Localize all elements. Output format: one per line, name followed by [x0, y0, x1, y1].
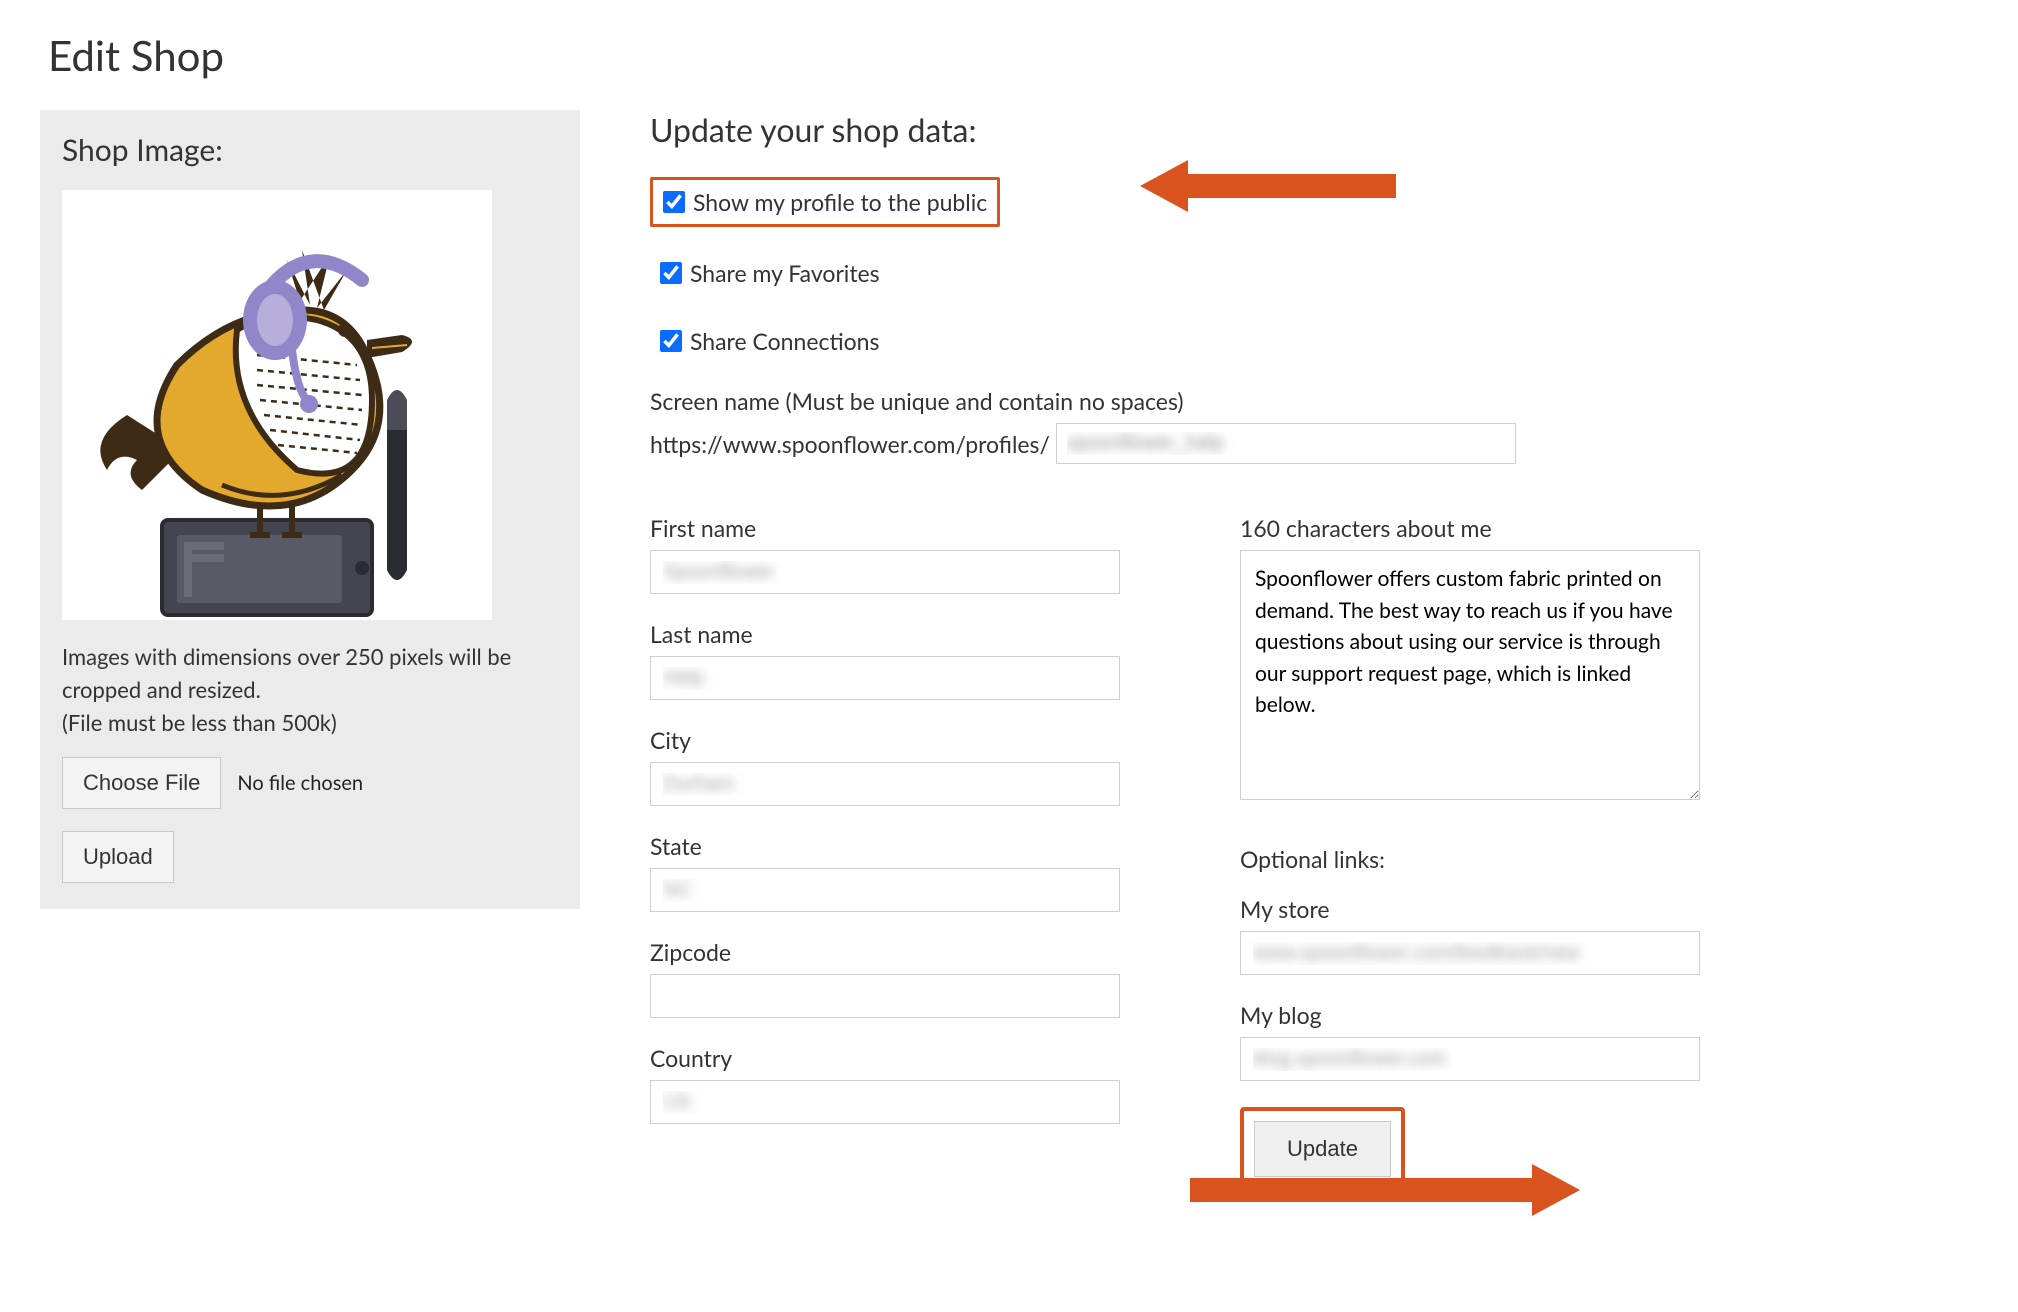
screen-name-input[interactable] — [1056, 423, 1516, 464]
blog-input[interactable] — [1240, 1037, 1700, 1081]
about-label: 160 characters about me — [1240, 514, 1700, 542]
share-connections-label: Share Connections — [690, 327, 879, 355]
country-label: Country — [650, 1044, 1120, 1072]
form-heading: Update your shop data: — [650, 110, 1978, 149]
share-connections-checkbox[interactable] — [660, 330, 682, 352]
dimensions-note: Images with dimensions over 250 pixels w… — [62, 640, 558, 706]
file-size-note: (File must be less than 500k) — [62, 706, 558, 739]
share-connections-checkbox-row[interactable]: Share Connections — [650, 319, 889, 363]
state-label: State — [650, 832, 1120, 860]
screen-name-field: Screen name (Must be unique and contain … — [650, 387, 1978, 464]
show-profile-label: Show my profile to the public — [693, 188, 987, 216]
last-name-label: Last name — [650, 620, 1120, 648]
personal-info-column: First name Last name City State Zipcode — [650, 514, 1120, 1150]
shop-image-heading: Shop Image: — [62, 132, 558, 168]
zipcode-input[interactable] — [650, 974, 1120, 1018]
no-file-text: No file chosen — [237, 771, 363, 795]
show-profile-checkbox-row[interactable]: Show my profile to the public — [650, 177, 1000, 227]
shop-image-panel: Shop Image: — [40, 110, 580, 909]
first-name-input[interactable] — [650, 550, 1120, 594]
highlight-arrow-icon — [1140, 156, 1400, 216]
upload-button[interactable]: Upload — [62, 831, 174, 883]
share-favorites-checkbox[interactable] — [660, 262, 682, 284]
update-highlight-box: Update — [1240, 1107, 1405, 1191]
page-title: Edit Shop — [48, 30, 1978, 80]
city-input[interactable] — [650, 762, 1120, 806]
store-input[interactable] — [1240, 931, 1700, 975]
profile-url-prefix: https://www.spoonflower.com/profiles/ — [650, 430, 1050, 458]
update-button[interactable]: Update — [1254, 1121, 1391, 1177]
store-label: My store — [1240, 895, 1700, 923]
last-name-input[interactable] — [650, 656, 1120, 700]
blog-label: My blog — [1240, 1001, 1700, 1029]
about-textarea[interactable] — [1240, 550, 1700, 800]
bird-illustration-icon — [62, 190, 492, 620]
country-input[interactable] — [650, 1080, 1120, 1124]
shop-data-form: Update your shop data: Show my profile t… — [650, 110, 1978, 1191]
show-profile-checkbox[interactable] — [663, 191, 685, 213]
about-column: 160 characters about me Optional links: … — [1240, 514, 1700, 1191]
city-label: City — [650, 726, 1120, 754]
optional-links-heading: Optional links: — [1240, 845, 1700, 873]
shop-image-preview — [62, 190, 492, 620]
share-favorites-label: Share my Favorites — [690, 259, 880, 287]
layout: Shop Image: — [40, 110, 1978, 1191]
first-name-label: First name — [650, 514, 1120, 542]
choose-file-button[interactable]: Choose File — [62, 757, 221, 809]
screen-name-label: Screen name (Must be unique and contain … — [650, 387, 1978, 415]
zipcode-label: Zipcode — [650, 938, 1120, 966]
state-input[interactable] — [650, 868, 1120, 912]
share-favorites-checkbox-row[interactable]: Share my Favorites — [650, 251, 890, 295]
